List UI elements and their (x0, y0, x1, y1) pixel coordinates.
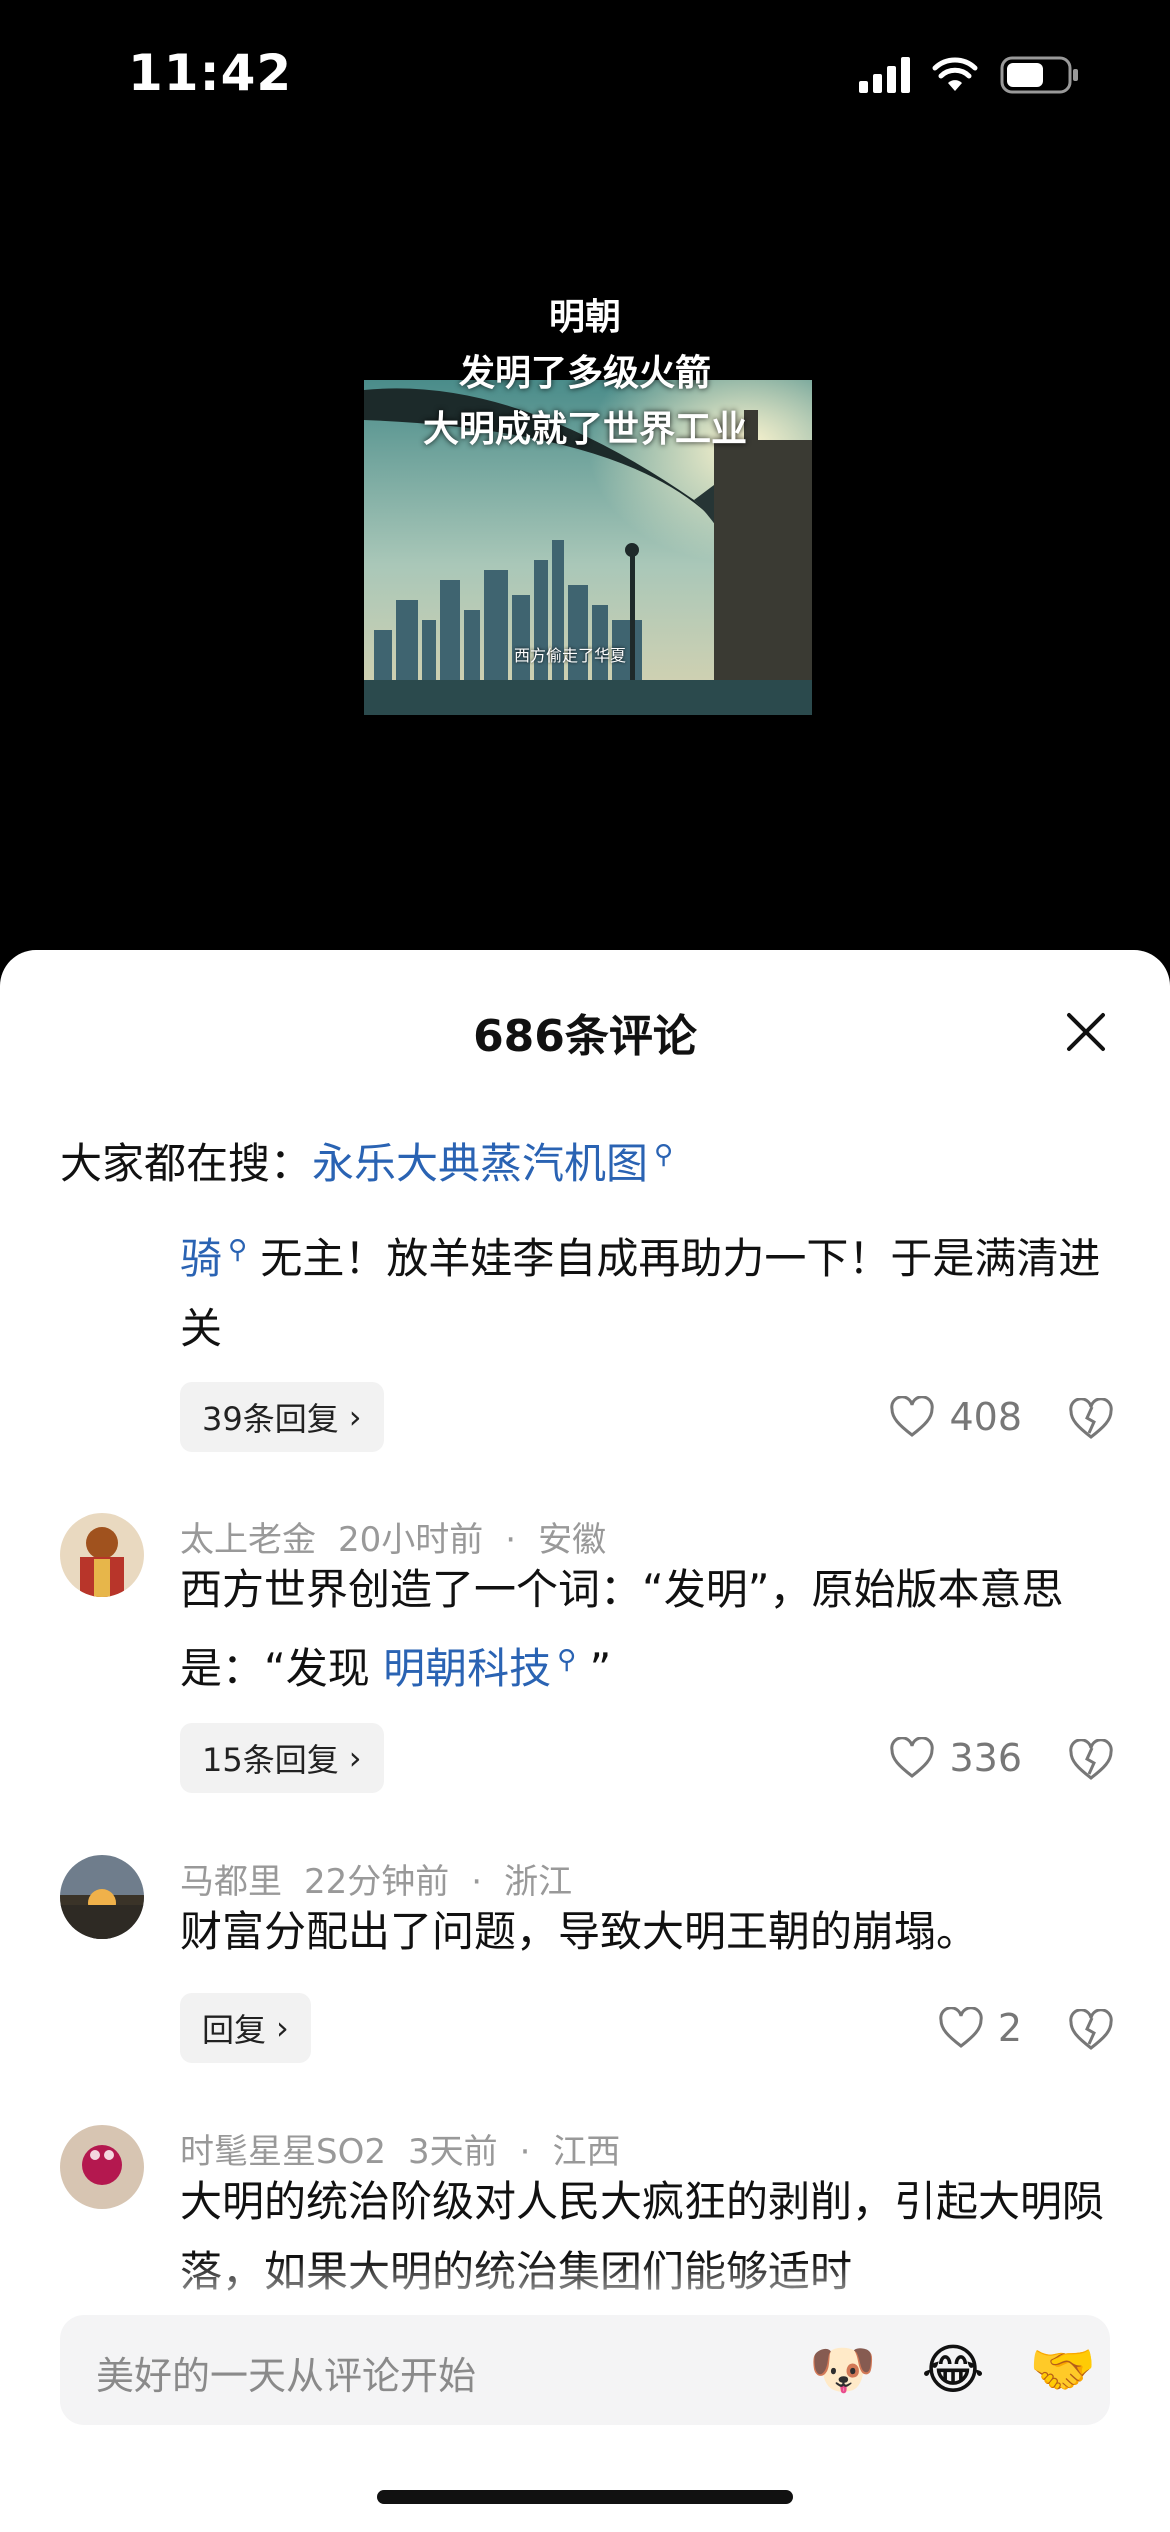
wifi-icon (932, 57, 978, 91)
video-overlay-text: 明朝 发明了多级火箭 大明成就了世界工业 (0, 290, 1170, 458)
comment-link[interactable]: 骑 (180, 1234, 222, 1283)
hot-search-label: 大家都在搜： (60, 1139, 313, 1188)
avatar[interactable] (60, 2125, 144, 2209)
comment-body: 无主！放羊娃李自成再助力一下！于是满清进关 (180, 1234, 1101, 1353)
like-count: 2 (997, 2006, 1022, 2050)
comment-time: 22分钟前 (304, 1862, 450, 1902)
handshake-emoji-icon[interactable]: 🤝 (1028, 2335, 1098, 2405)
comment-meta: 时髦星星SO2 3天前 · 江西 (180, 2124, 642, 2173)
doge-emoji-icon[interactable]: 🐶 (808, 2335, 878, 2405)
reply-label: 回复 (202, 2011, 267, 2049)
like-button[interactable]: 2 (938, 2006, 1022, 2050)
like-button[interactable]: 336 (889, 1736, 1022, 1780)
avatar[interactable] (60, 1513, 144, 1597)
cellular-signal-icon (859, 57, 910, 93)
meta-separator: · (471, 1862, 483, 1902)
close-icon[interactable] (1064, 1010, 1108, 1054)
home-indicator[interactable] (377, 2490, 793, 2504)
like-count: 408 (949, 1395, 1022, 1439)
comments-sheet: 686条评论 大家都在搜：永乐大典蒸汽机图 ⚲ 骑 ⚲ 无主！放羊娃李自成再助力一下… (0, 950, 1170, 2532)
username[interactable]: 马都里 (180, 1862, 282, 1902)
hot-search-link[interactable]: 永乐大典蒸汽机图 (312, 1139, 648, 1188)
meta-separator: · (519, 2132, 531, 2172)
search-icon: ⚲ (228, 1235, 248, 1265)
like-count: 336 (949, 1736, 1022, 1780)
comment-body: 西方世界创造了一个词：“发明”，原始版本意思 是：“发现 (180, 1565, 1064, 1693)
comment-location: 江西 (552, 2132, 621, 2172)
comment-location: 浙江 (504, 1862, 573, 1902)
broken-heart-icon[interactable] (1068, 2009, 1114, 2051)
comment-location: 安徽 (538, 1520, 607, 1560)
battery-icon (1000, 56, 1078, 94)
comment-input[interactable]: 美好的一天从评论开始 🐶 😂 🤝 (60, 2315, 1110, 2425)
heart-icon (890, 1396, 935, 1437)
search-icon: ⚲ (654, 1140, 674, 1170)
laugh-cry-emoji-icon[interactable]: 😂 (918, 2335, 988, 2405)
heart-icon (890, 1737, 935, 1778)
username[interactable]: 时髦星星SO2 (180, 2132, 386, 2172)
status-bar: 11:42 (0, 0, 1170, 150)
search-icon: ⚲ (557, 1645, 577, 1675)
reply-label: 39条回复 (202, 1400, 339, 1438)
hot-search-row: 大家都在搜：永乐大典蒸汽机图 ⚲ (60, 1130, 673, 1191)
overlay-line: 发明了多级火箭 (458, 353, 711, 394)
chevron-right-icon: › (276, 2009, 289, 2047)
comment-text: 骑 ⚲ 无主！放羊娃李自成再助力一下！于是满清进关 (180, 1215, 1110, 1364)
reply-label: 15条回复 (202, 1741, 339, 1779)
comment-body: 财富分配出了问题，导致大明王朝的崩塌。 (180, 1907, 979, 1956)
status-time: 11:42 (128, 44, 293, 102)
comment-time: 3天前 (407, 2132, 498, 2172)
video-inner-caption: 西方偷走了华夏 (514, 646, 627, 665)
overlay-line: 大明成就了世界工业 (422, 409, 747, 450)
comment-body-tail: ” (589, 1644, 612, 1693)
view-replies-button[interactable]: 15条回复 › (180, 1723, 384, 1793)
like-button[interactable]: 408 (889, 1395, 1022, 1439)
comment-input-placeholder: 美好的一天从评论开始 (96, 2354, 477, 2398)
comment-time: 20小时前 (338, 1520, 484, 1560)
video-area[interactable]: 西方偷走了华夏 明朝 发明了多级火箭 大明成就了世界工业 (0, 150, 1170, 950)
comment-text: 财富分配出了问题，导致大明王朝的崩塌。 (180, 1897, 1110, 1967)
comment-link[interactable]: 明朝科技 (383, 1644, 551, 1693)
reply-button[interactable]: 回复 › (180, 1993, 311, 2063)
view-replies-button[interactable]: 39条回复 › (180, 1382, 384, 1452)
status-icons (859, 56, 1080, 94)
comments-count-title: 686条评论 (473, 1011, 697, 1062)
comment-text: 西方世界创造了一个词：“发明”，原始版本意思 是：“发现 明朝科技 ⚲ ” (180, 1555, 1110, 1704)
heart-icon (939, 2007, 983, 2048)
chevron-right-icon: › (348, 1739, 362, 1777)
meta-separator: · (505, 1520, 517, 1560)
chevron-right-icon: › (348, 1398, 362, 1436)
scroll-fade (0, 2260, 1170, 2320)
comment-meta: 马都里 22分钟前 · 浙江 (180, 1854, 594, 1903)
overlay-line: 明朝 (548, 297, 621, 338)
broken-heart-icon[interactable] (1068, 1398, 1114, 1440)
comment-meta: 太上老金 20小时前 · 安徽 (180, 1512, 628, 1561)
broken-heart-icon[interactable] (1068, 1739, 1114, 1781)
username[interactable]: 太上老金 (180, 1520, 316, 1560)
avatar[interactable] (60, 1855, 144, 1939)
